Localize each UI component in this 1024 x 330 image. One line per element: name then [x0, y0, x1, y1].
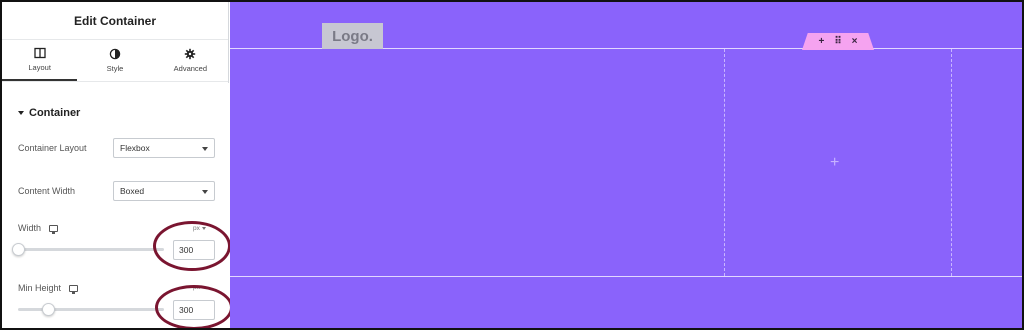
- chevron-down-icon: [202, 190, 208, 194]
- chevron-down-icon: [201, 227, 206, 230]
- min-height-input[interactable]: 300: [173, 300, 215, 320]
- container-section: Container Container Layout Flexbox Conte…: [2, 83, 233, 328]
- add-widget-plus-icon[interactable]: +: [830, 154, 839, 172]
- contrast-icon: [109, 48, 121, 60]
- container-handle[interactable]: + ⠿ ×: [802, 33, 874, 50]
- editor-canvas: Logo. + ⠿ × +: [230, 2, 1022, 328]
- width-unit-select[interactable]: px: [193, 225, 206, 232]
- container-layout-value: Flexbox: [120, 143, 150, 153]
- min-height-slider-thumb[interactable]: [42, 303, 55, 316]
- monitor-icon[interactable]: [49, 224, 59, 234]
- screenshot-frame: Edit Container Layout Style Advanced Con…: [0, 0, 1024, 330]
- add-element-button[interactable]: +: [818, 36, 824, 47]
- gear-icon: [185, 48, 196, 60]
- content-width-select[interactable]: Boxed: [113, 181, 215, 201]
- tab-layout[interactable]: Layout: [2, 40, 78, 81]
- column-boundary: [951, 49, 952, 276]
- panel-header: Edit Container: [2, 2, 228, 40]
- min-height-label: Min Height: [18, 283, 62, 293]
- width-slider[interactable]: [12, 243, 164, 256]
- column-boundary: [724, 49, 725, 276]
- min-height-value: 300: [179, 305, 194, 315]
- tab-style-label: Style: [106, 64, 124, 73]
- min-height-unit: px: [193, 284, 200, 291]
- panel-title: Edit Container: [73, 13, 156, 28]
- container-layout-select[interactable]: Flexbox: [113, 138, 215, 158]
- min-height-label-row: Min Height: [18, 283, 79, 294]
- width-slider-thumb[interactable]: [12, 243, 25, 256]
- content-width-value: Boxed: [120, 186, 145, 196]
- content-width-label: Content Width: [18, 186, 76, 196]
- section-toggle[interactable]: Container: [18, 107, 80, 119]
- width-input[interactable]: 300: [173, 240, 215, 260]
- min-height-slider[interactable]: [18, 303, 164, 316]
- container-element[interactable]: +: [230, 49, 1022, 276]
- drag-handle-icon[interactable]: ⠿: [834, 36, 841, 47]
- caret-down-icon: [18, 111, 24, 115]
- container-bottom-border: [230, 276, 1022, 277]
- width-label-row: Width: [18, 223, 59, 234]
- tab-advanced[interactable]: Advanced: [153, 40, 228, 81]
- container-layout-label: Container Layout: [18, 143, 87, 153]
- section-title: Container: [29, 107, 81, 119]
- width-value: 300: [179, 245, 194, 255]
- chevron-down-icon: [202, 147, 208, 151]
- layout-icon: [34, 47, 46, 59]
- tab-advanced-label: Advanced: [173, 64, 207, 73]
- width-unit: px: [193, 225, 200, 232]
- width-label: Width: [18, 223, 42, 233]
- header-section: Logo.: [230, 2, 1022, 49]
- logo-placeholder[interactable]: Logo.: [322, 23, 383, 49]
- tab-layout-label: Layout: [28, 63, 51, 72]
- min-height-unit-select[interactable]: px: [193, 284, 200, 291]
- tab-style[interactable]: Style: [77, 40, 152, 81]
- delete-container-button[interactable]: ×: [852, 36, 858, 47]
- monitor-icon[interactable]: [69, 284, 79, 294]
- panel-tabs: Layout Style Advanced: [2, 40, 228, 82]
